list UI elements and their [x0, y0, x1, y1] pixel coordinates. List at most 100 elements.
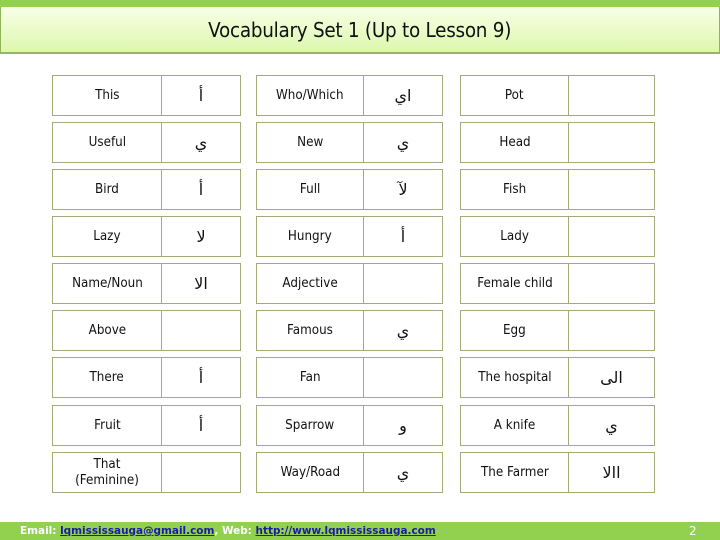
arabic-word-cell — [568, 310, 655, 351]
arabic-word-cell — [568, 75, 655, 116]
english-word-cell: Useful — [52, 122, 162, 163]
english-word-cell: Fish — [460, 169, 569, 210]
arabic-word-cell — [568, 263, 655, 304]
arabic-word-cell: أ — [161, 169, 241, 210]
english-word: There — [89, 369, 125, 385]
english-word: Fruit — [93, 417, 121, 433]
english-word: Famous — [287, 322, 333, 338]
english-word-cell: The Farmer — [460, 452, 569, 493]
arabic-word: ي — [396, 132, 410, 152]
arabic-word-cell: ي — [363, 310, 443, 351]
english-word: Pot — [505, 87, 524, 103]
page-number: 2 — [689, 524, 697, 538]
english-word: Full — [299, 181, 321, 197]
web-link[interactable]: http://www.lqmississauga.com — [256, 524, 436, 537]
arabic-word: ي — [194, 132, 208, 152]
arabic-word-cell: ي — [161, 122, 241, 163]
english-word: The Farmer — [480, 464, 549, 480]
arabic-word-cell: لآ — [363, 169, 443, 210]
english-word: Bird — [95, 181, 119, 197]
arabic-word: أ — [198, 85, 204, 105]
english-word-cell: Pot — [460, 75, 569, 116]
arabic-word: الا — [194, 273, 208, 293]
english-word: This — [94, 87, 120, 103]
english-word-cell: Full — [256, 169, 364, 210]
english-word: Egg — [503, 322, 526, 338]
arabic-word-cell: أ — [363, 216, 443, 257]
arabic-word: الى — [600, 367, 623, 387]
email-label: Email: — [20, 524, 61, 537]
english-word: Sparrow — [285, 417, 335, 433]
english-word: Who/Which — [276, 87, 344, 103]
english-word-cell: This — [52, 75, 162, 116]
english-word: A knife — [493, 417, 536, 433]
english-word-cell: Who/Which — [256, 75, 364, 116]
top-accent-bar — [0, 0, 720, 7]
arabic-word-cell: أ — [161, 75, 241, 116]
english-word-cell: Sparrow — [256, 405, 364, 446]
english-word-cell: Head — [460, 122, 569, 163]
arabic-word-cell: و — [363, 405, 443, 446]
english-word: The hospital — [477, 369, 552, 385]
english-word: Lady — [500, 228, 529, 244]
arabic-word: اي — [394, 85, 412, 105]
arabic-word: أ — [400, 226, 406, 246]
english-word-cell: Famous — [256, 310, 364, 351]
arabic-word-cell: ي — [568, 405, 655, 446]
arabic-word-cell: اي — [363, 75, 443, 116]
arabic-word-cell: ي — [363, 452, 443, 493]
english-word: Fan — [299, 369, 321, 385]
english-word-cell: Above — [52, 310, 162, 351]
arabic-word: لآ — [398, 179, 408, 199]
english-word-cell: Hungry — [256, 216, 364, 257]
english-word-cell: A knife — [460, 405, 569, 446]
english-word-cell: New — [256, 122, 364, 163]
arabic-word-cell — [363, 263, 443, 304]
arabic-word: ي — [396, 320, 410, 340]
english-word-cell: The hospital — [460, 357, 569, 398]
english-word-cell: That (Feminine) — [52, 452, 162, 493]
english-word: New — [296, 134, 324, 150]
english-word-cell: Egg — [460, 310, 569, 351]
english-word: Lazy — [93, 228, 121, 244]
english-word: Way/Road — [280, 464, 340, 480]
english-word-cell: Lady — [460, 216, 569, 257]
english-word-cell: Way/Road — [256, 452, 364, 493]
arabic-word-cell — [568, 122, 655, 163]
arabic-word-cell: ي — [363, 122, 443, 163]
footer-separator: , — [214, 524, 222, 537]
arabic-word: أ — [198, 367, 204, 387]
english-word-cell: Fruit — [52, 405, 162, 446]
web-label: Web: — [221, 524, 256, 537]
arabic-word: لا — [196, 226, 206, 246]
footer-bar: Email: lqmississauga@gmail.com, Web: htt… — [0, 522, 720, 540]
english-word-cell: Name/Noun — [52, 263, 162, 304]
english-word: Name/Noun — [71, 275, 143, 291]
arabic-word-cell — [568, 216, 655, 257]
english-word: Head — [498, 134, 531, 150]
english-word: That (Feminine) — [75, 456, 139, 488]
arabic-word-cell: الا — [161, 263, 241, 304]
arabic-word: ي — [605, 415, 618, 435]
english-word-cell: Fan — [256, 357, 364, 398]
page-title: Vocabulary Set 1 (Up to Lesson 9) — [208, 17, 512, 42]
arabic-word-cell: االا — [568, 452, 655, 493]
arabic-word: االا — [602, 462, 621, 482]
arabic-word-cell — [161, 452, 241, 493]
english-word: Hungry — [288, 228, 332, 244]
english-word: Above — [88, 322, 126, 338]
arabic-word-cell: أ — [161, 357, 241, 398]
arabic-word: و — [399, 415, 407, 435]
email-link[interactable]: lqmississauga@gmail.com — [60, 524, 214, 537]
english-word-cell: Lazy — [52, 216, 162, 257]
arabic-word: أ — [198, 415, 204, 435]
english-word-cell: Bird — [52, 169, 162, 210]
arabic-word: ي — [396, 462, 410, 482]
english-word: Fish — [502, 181, 527, 197]
arabic-word-cell: الى — [568, 357, 655, 398]
title-banner: Vocabulary Set 1 (Up to Lesson 9) — [0, 7, 720, 54]
english-word: Useful — [88, 134, 126, 150]
arabic-word: أ — [198, 179, 204, 199]
english-word-cell: There — [52, 357, 162, 398]
arabic-word-cell — [363, 357, 443, 398]
